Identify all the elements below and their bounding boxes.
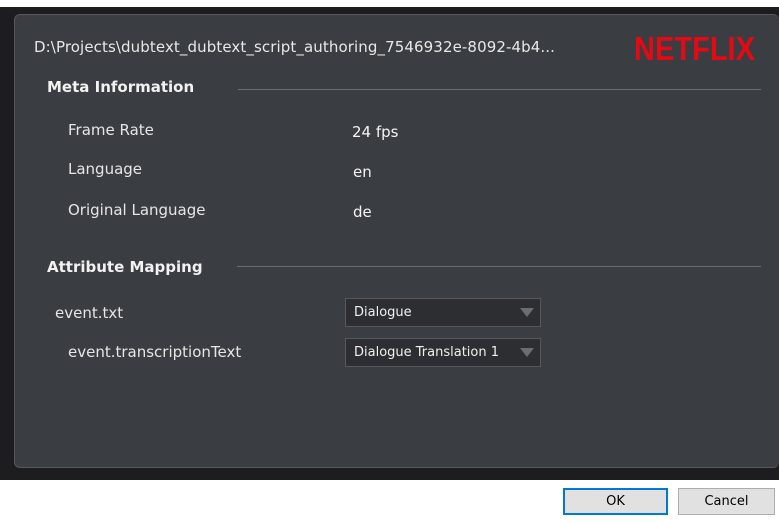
event-txt-label: event.txt [55,304,124,322]
language-label: Language [68,160,143,178]
import-dialog: D:\Projects\dubtext_dubtext_script_autho… [0,0,779,522]
event-txt-select[interactable]: Dialogue [345,298,541,327]
language-value: en [353,163,372,181]
original-language-label: Original Language [68,201,206,219]
file-path: D:\Projects\dubtext_dubtext_script_autho… [34,38,556,56]
original-language-value: de [353,203,372,221]
dialog-footer: OK Cancel [0,480,779,522]
ok-button[interactable]: OK [563,488,668,515]
frame-rate-label: Frame Rate [68,121,154,139]
chevron-down-icon [520,348,534,357]
meta-information-heading: Meta Information [47,78,195,96]
chevron-down-icon [520,308,534,317]
attribute-mapping-heading: Attribute Mapping [47,258,203,276]
event-txt-selected-value: Dialogue [354,305,412,320]
cancel-button[interactable]: Cancel [678,488,775,515]
mapping-divider [237,266,761,267]
frame-rate-value: 24 fps [352,123,399,141]
netflix-logo: NETFLIX [634,30,755,67]
event-transcription-text-select[interactable]: Dialogue Translation 1 [345,338,541,367]
event-transcription-text-label: event.transcriptionText [68,343,242,361]
event-transcription-text-selected-value: Dialogue Translation 1 [354,345,500,360]
title-strip [0,0,779,7]
meta-divider [238,89,761,90]
